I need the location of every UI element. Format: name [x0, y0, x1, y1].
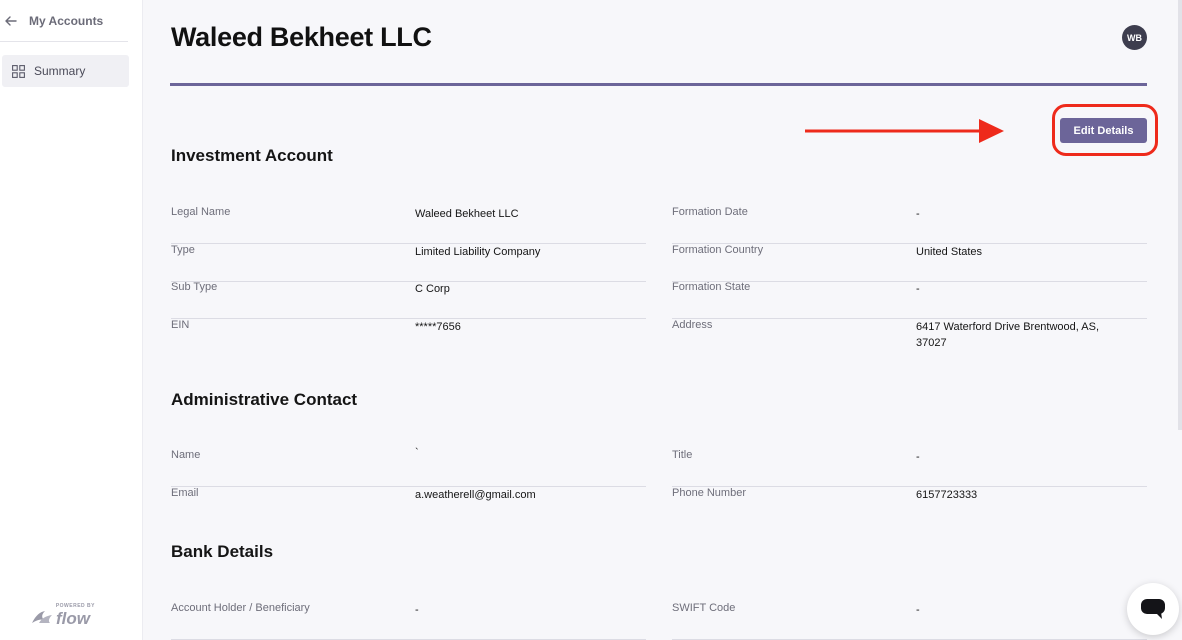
field-value: 6157723333	[916, 489, 978, 501]
powered-by-logo: POWERED BY flow	[31, 603, 101, 629]
arrow-left-icon	[5, 15, 17, 26]
field-label: Type	[171, 244, 195, 256]
field-label: Name	[171, 449, 201, 461]
field-formation-country: Formation Country United States	[672, 244, 1147, 282]
field-value: *****7656	[415, 321, 461, 333]
field-value: -	[916, 283, 920, 295]
field-name: Name `	[171, 447, 646, 487]
flow-logo-icon	[32, 611, 52, 623]
section-title-investment: Investment Account	[171, 146, 333, 165]
annotation-arrow-icon	[805, 119, 1004, 143]
field-phone-number: Phone Number 6157723333	[672, 487, 1147, 525]
field-label: Legal Name	[171, 206, 231, 218]
field-value: -	[916, 208, 920, 220]
field-label: Phone Number	[672, 487, 746, 499]
field-swift-code: SWIFT Code -	[672, 602, 1147, 640]
main-content: Waleed Bekheet LLC WB Edit Details Inves…	[143, 0, 1182, 640]
field-title: Title -	[672, 449, 1147, 487]
sidebar-item-label: Summary	[34, 64, 86, 78]
field-value: -	[916, 451, 920, 463]
field-address: Address 6417 Waterford Drive Brentwood, …	[672, 319, 1147, 359]
field-account-holder: Account Holder / Beneficiary -	[171, 602, 646, 640]
field-value: `	[415, 447, 419, 459]
edit-details-button[interactable]: Edit Details	[1060, 118, 1147, 143]
page-title: Waleed Bekheet LLC	[171, 22, 432, 52]
field-legal-name: Legal Name Waleed Bekheet LLC	[171, 206, 646, 244]
field-label: Email	[171, 487, 199, 499]
scrollbar[interactable]	[1178, 0, 1182, 430]
back-label: My Accounts	[29, 13, 104, 28]
field-formation-date: Formation Date -	[672, 206, 1147, 244]
field-value: 6417 Waterford Drive Brentwood, AS, 3702…	[916, 321, 1100, 349]
field-sub-type: Sub Type C Corp	[171, 281, 646, 319]
section-title-bank: Bank Details	[171, 542, 274, 561]
sidebar: My Accounts Summary POWERED BY flow	[0, 0, 143, 640]
field-ein: EIN *****7656	[171, 319, 646, 357]
avatar[interactable]: WB	[1122, 25, 1147, 50]
title-divider	[170, 83, 1147, 86]
flow-wordmark: flow	[56, 609, 90, 628]
field-value: -	[415, 604, 419, 616]
chat-bubble-icon	[1141, 599, 1165, 619]
field-label: Address	[672, 319, 713, 331]
field-label: Account Holder / Beneficiary	[171, 602, 310, 614]
field-formation-state: Formation State -	[672, 281, 1147, 319]
back-to-accounts[interactable]: My Accounts	[0, 0, 128, 42]
field-label: Formation Date	[672, 206, 748, 218]
field-label: Formation Country	[672, 244, 764, 256]
field-label: SWIFT Code	[672, 602, 736, 614]
field-label: EIN	[171, 319, 190, 331]
grid-icon	[12, 64, 25, 78]
field-label: Sub Type	[171, 281, 218, 293]
sidebar-item-summary[interactable]: Summary	[2, 55, 129, 87]
field-value: -	[916, 604, 920, 616]
field-label: Formation State	[672, 281, 751, 293]
field-value: Waleed Bekheet LLC	[415, 208, 519, 220]
field-value: Limited Liability Company	[415, 246, 541, 258]
field-label: Title	[672, 449, 693, 461]
section-title-admin: Administrative Contact	[171, 390, 358, 409]
field-value: C Corp	[415, 283, 450, 295]
field-value: a.weatherell@gmail.com	[415, 489, 536, 501]
field-type: Type Limited Liability Company	[171, 244, 646, 282]
field-value: United States	[916, 246, 983, 258]
field-email: Email a.weatherell@gmail.com	[171, 487, 646, 525]
chat-launcher-button[interactable]	[1127, 583, 1179, 635]
